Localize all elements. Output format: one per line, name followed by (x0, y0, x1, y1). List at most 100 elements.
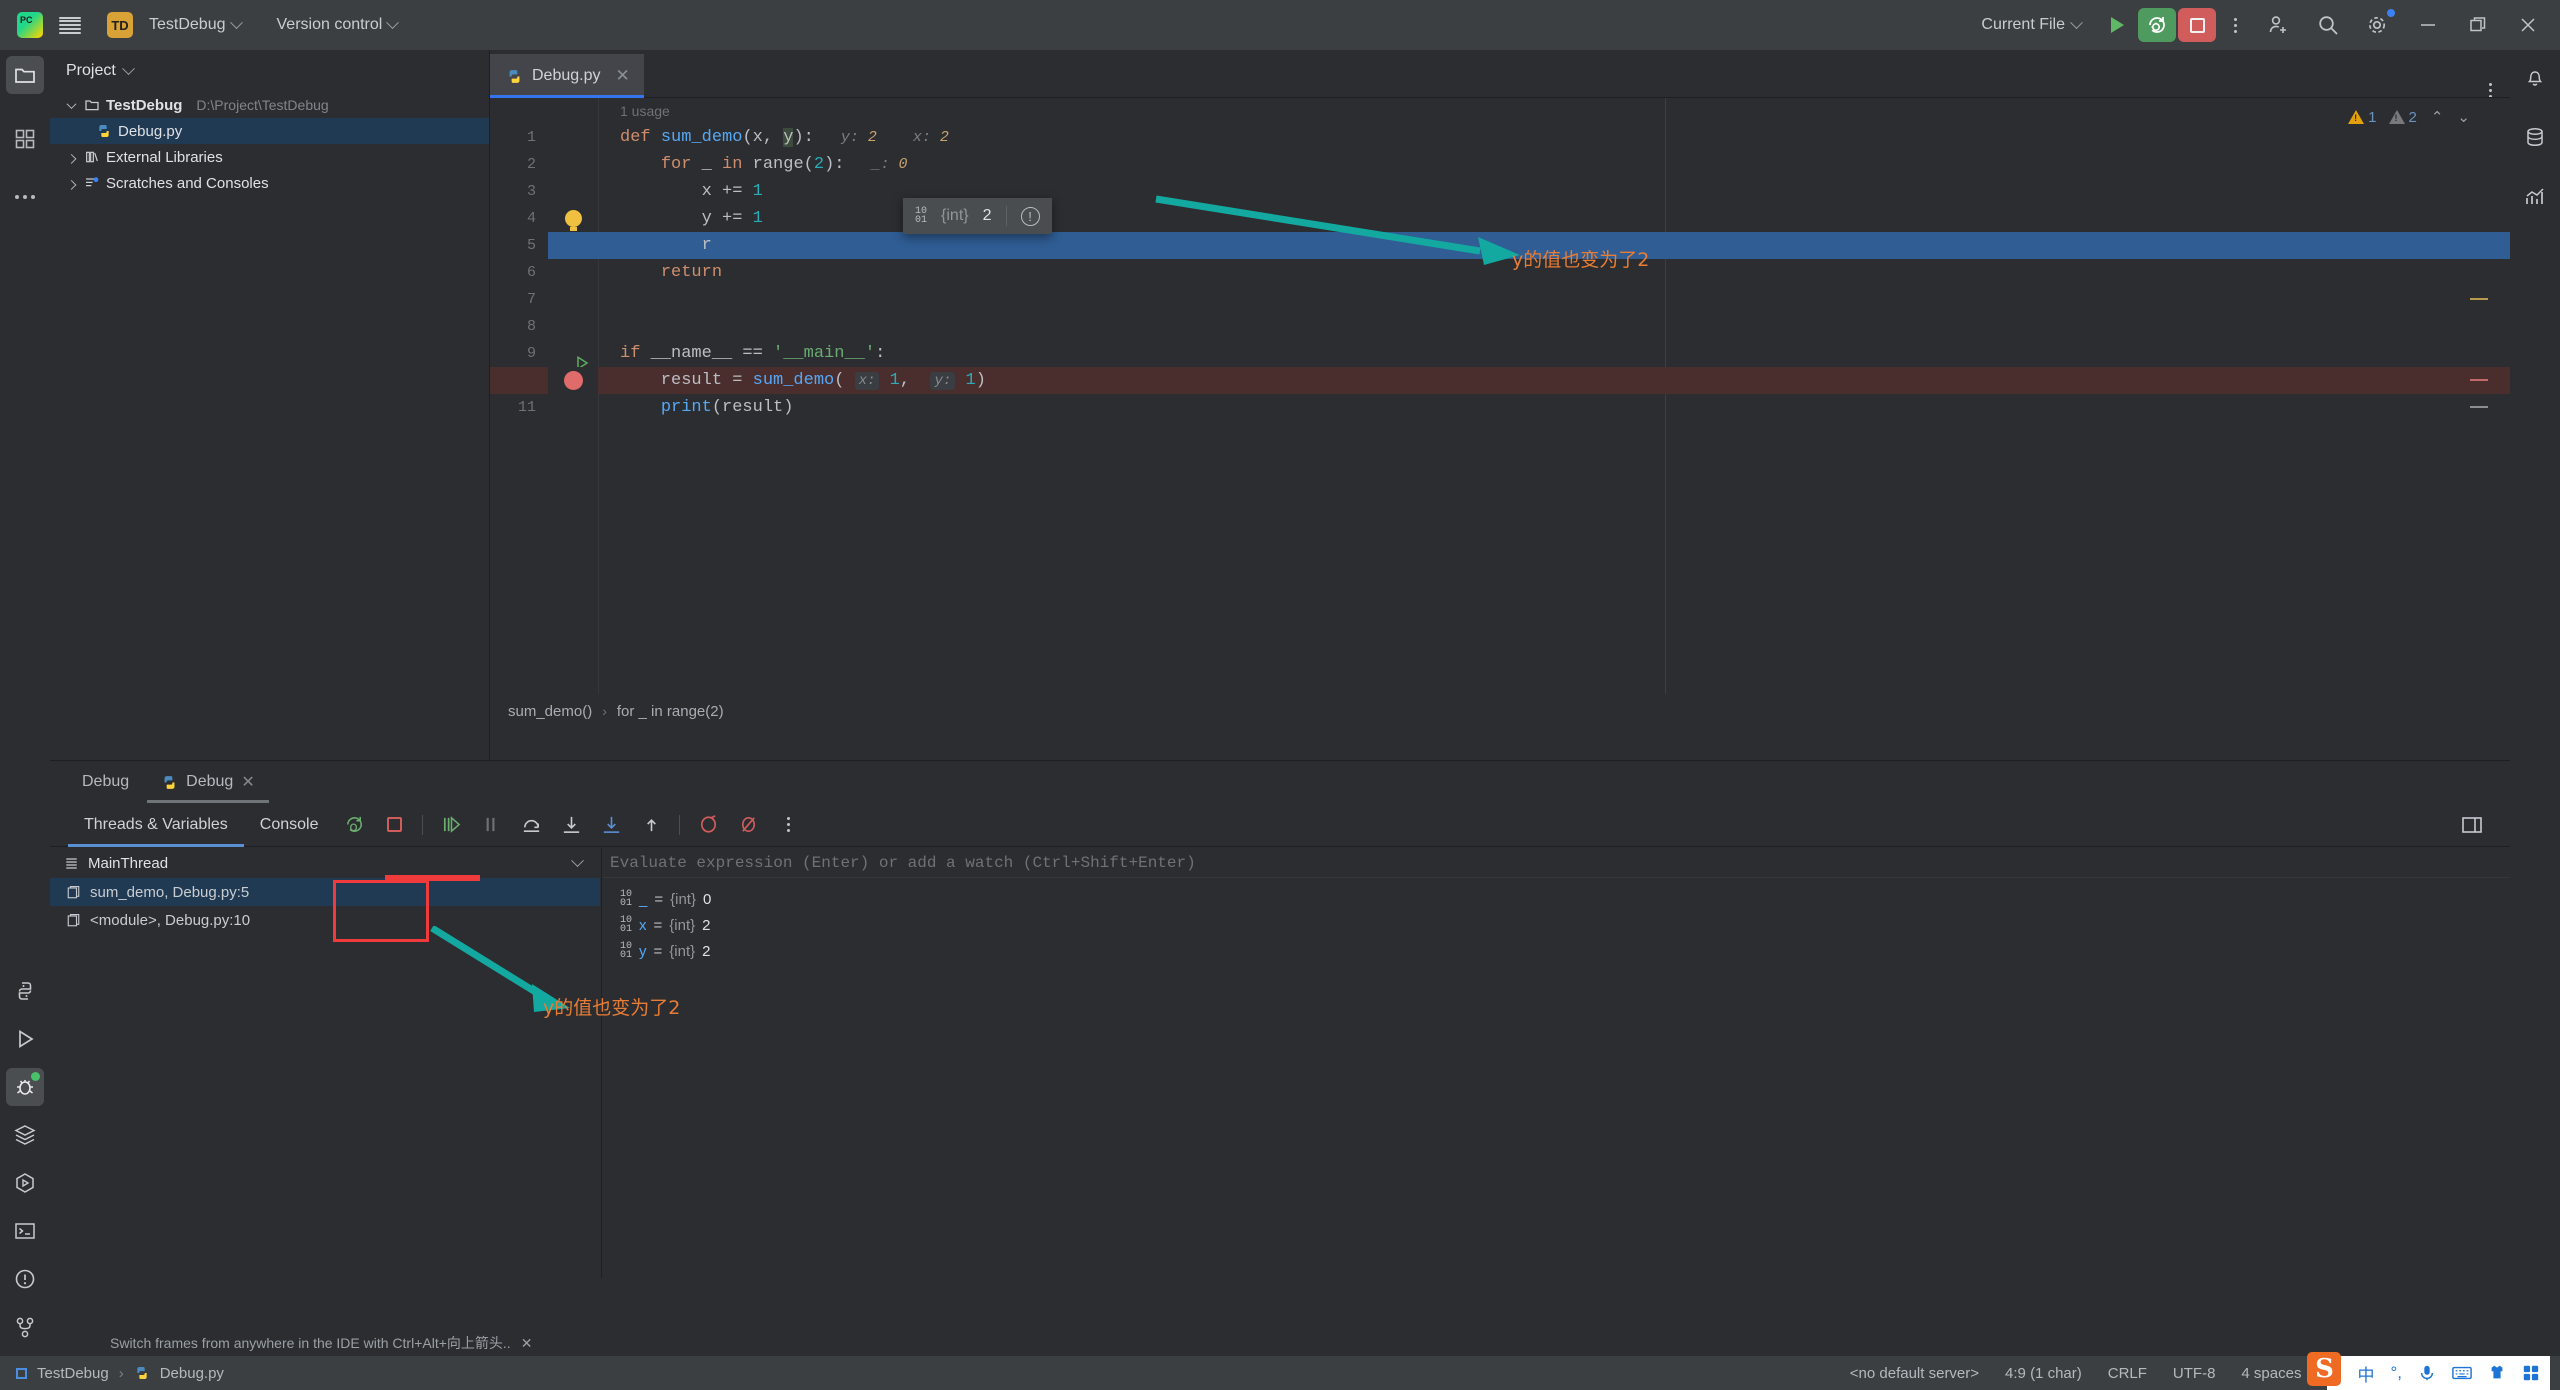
run-configuration-selector[interactable]: Current File (1972, 11, 2090, 39)
step-into-icon[interactable] (553, 807, 589, 843)
sidebar-item-python-console[interactable] (6, 972, 44, 1010)
resume-program-icon[interactable] (433, 807, 469, 843)
python-file-icon (164, 775, 175, 789)
settings-gear-icon[interactable] (2354, 1, 2402, 49)
chevron-down-icon[interactable] (64, 98, 78, 109)
search-icon[interactable] (2304, 1, 2352, 49)
status-breadcrumb-project[interactable]: TestDebug (37, 1365, 109, 1382)
code-line[interactable]: 9 if __name__ == '__main__': (490, 340, 2510, 370)
code-line[interactable]: 7 (490, 286, 2510, 313)
debug-tab-row: Debug Debug ✕ (50, 761, 2510, 803)
sidebar-item-debug[interactable] (6, 1068, 44, 1106)
analytics-chart-icon[interactable] (2516, 178, 2554, 216)
editor-tabs-more-icon[interactable] (2489, 83, 2510, 98)
tab-debug-window[interactable]: Debug (68, 761, 143, 803)
ime-apps-icon[interactable] (2522, 1364, 2540, 1382)
project-selector[interactable]: TD TestDebug (98, 7, 250, 43)
sidebar-item-run[interactable] (6, 1020, 44, 1058)
breadcrumb-item[interactable]: sum_demo() (508, 703, 592, 720)
minimize-button[interactable] (2404, 1, 2452, 49)
close-icon[interactable]: ✕ (616, 66, 630, 86)
version-control-menu[interactable]: Version control (268, 11, 407, 39)
tree-item-testdebug[interactable]: TestDebug D:\Project\TestDebug (50, 92, 489, 118)
ime-mic-icon[interactable] (2418, 1364, 2436, 1382)
ime-punctuation-icon[interactable]: °, (2390, 1363, 2402, 1383)
chevron-right-icon[interactable] (64, 153, 78, 164)
ime-toolbar[interactable]: S 中 °, (2307, 1352, 2550, 1390)
editor-breadcrumb[interactable]: sum_demo() › for _ in range(2) (490, 694, 2510, 728)
close-button[interactable] (2504, 1, 2552, 49)
close-icon[interactable]: ✕ (241, 772, 254, 792)
variable-row[interactable]: 10 01 x = {int} 2 (602, 912, 2510, 938)
tree-item-external-libraries[interactable]: External Libraries (50, 144, 489, 170)
inspections-widget[interactable]: 1 2 ⌃ ⌄ (2348, 108, 2470, 126)
sidebar-more-icon[interactable] (6, 178, 44, 216)
database-icon[interactable] (2516, 118, 2554, 156)
chevron-down-icon[interactable] (571, 853, 584, 867)
stop-icon[interactable] (376, 807, 412, 843)
sidebar-item-run-widget[interactable] (6, 1164, 44, 1202)
mute-breakpoints-icon[interactable] (730, 807, 766, 843)
rerun-debug-button[interactable] (2138, 8, 2176, 42)
ime-keyboard-icon[interactable] (2452, 1364, 2472, 1382)
next-problem-icon[interactable]: ⌄ (2457, 108, 2470, 126)
code-editor[interactable]: 1 2 ⌃ ⌄ 1 usage 1 def sum_demo(x, y): y:… (490, 98, 2510, 728)
status-breadcrumb-file[interactable]: Debug.py (160, 1365, 224, 1382)
status-indent[interactable]: 4 spaces (2241, 1365, 2301, 1382)
breakpoint-icon[interactable] (548, 367, 598, 394)
step-over-icon[interactable] (513, 807, 549, 843)
tab-debug-py[interactable]: Debug.py ✕ (490, 54, 644, 98)
debug-value-tooltip[interactable]: 10 01 {int} 2 ! (903, 198, 1052, 234)
add-user-icon[interactable] (2254, 1, 2302, 49)
code-line[interactable]: 8 (490, 313, 2510, 340)
intention-bulb-icon[interactable] (548, 210, 598, 231)
status-encoding[interactable]: UTF-8 (2173, 1365, 2216, 1382)
sidebar-item-structure[interactable] (6, 120, 44, 158)
code-line[interactable]: 1 def sum_demo(x, y): y: 2 x: 2 (490, 124, 2510, 151)
rerun-debug-icon[interactable] (336, 807, 372, 843)
more-actions-button[interactable] (2218, 1, 2252, 49)
debug-more-icon[interactable] (770, 807, 806, 843)
maximize-button[interactable] (2454, 1, 2502, 49)
sidebar-item-git[interactable] (6, 1308, 44, 1346)
status-server[interactable]: <no default server> (1850, 1365, 1979, 1382)
tree-item-scratches[interactable]: Scratches and Consoles (50, 170, 489, 196)
variable-row[interactable]: 10 01 _ = {int} 0 (602, 886, 2510, 912)
sogou-logo-icon[interactable]: S (2307, 1352, 2342, 1386)
pause-program-icon[interactable] (473, 807, 509, 843)
tab-threads-and-variables[interactable]: Threads & Variables (68, 803, 244, 847)
run-line-icon[interactable] (548, 346, 598, 370)
project-panel-header[interactable]: Project (50, 50, 489, 92)
info-icon[interactable]: ! (1020, 206, 1040, 226)
ime-skin-icon[interactable] (2488, 1364, 2506, 1382)
status-caret-position[interactable]: 4:9 (1 char) (2005, 1365, 2082, 1382)
evaluate-expression-input[interactable]: Evaluate expression (Enter) or add a wat… (602, 848, 2510, 878)
stop-button[interactable] (2178, 8, 2216, 42)
notifications-bell-icon[interactable] (2516, 58, 2554, 96)
code-line-breakpoint[interactable]: result = sum_demo( x: 1, y: 1) (490, 367, 2510, 394)
code-line[interactable]: 11 print(result) (490, 394, 2510, 421)
breadcrumb-item[interactable]: for _ in range(2) (617, 703, 724, 720)
previous-problem-icon[interactable]: ⌃ (2431, 108, 2444, 126)
ime-language-icon[interactable]: 中 (2357, 1361, 2374, 1386)
sidebar-item-terminal[interactable] (6, 1212, 44, 1250)
view-breakpoints-icon[interactable] (690, 807, 726, 843)
code-line[interactable]: 2 for _ in range(2): _: 0 (490, 151, 2510, 178)
step-out-icon[interactable] (633, 807, 669, 843)
tab-console[interactable]: Console (244, 803, 335, 847)
frame-item-sum-demo[interactable]: sum_demo, Debug.py:5 (50, 878, 600, 906)
force-step-into-icon[interactable] (593, 807, 629, 843)
chevron-right-icon[interactable] (64, 179, 78, 190)
layout-settings-icon[interactable] (2454, 807, 2490, 843)
variable-row[interactable]: 10 01 y = {int} 2 (602, 938, 2510, 964)
status-line-separator[interactable]: CRLF (2108, 1365, 2147, 1382)
sidebar-item-services[interactable] (6, 1116, 44, 1154)
tab-debug-session[interactable]: Debug ✕ (147, 761, 269, 803)
run-button[interactable] (2098, 8, 2136, 42)
main-menu-icon[interactable] (50, 6, 90, 44)
sidebar-item-project[interactable] (6, 56, 44, 94)
thread-selector[interactable]: MainThread (50, 848, 600, 878)
tree-item-debug-py[interactable]: Debug.py (50, 118, 489, 144)
close-icon[interactable]: ✕ (521, 1335, 533, 1352)
sidebar-item-problems[interactable] (6, 1260, 44, 1298)
